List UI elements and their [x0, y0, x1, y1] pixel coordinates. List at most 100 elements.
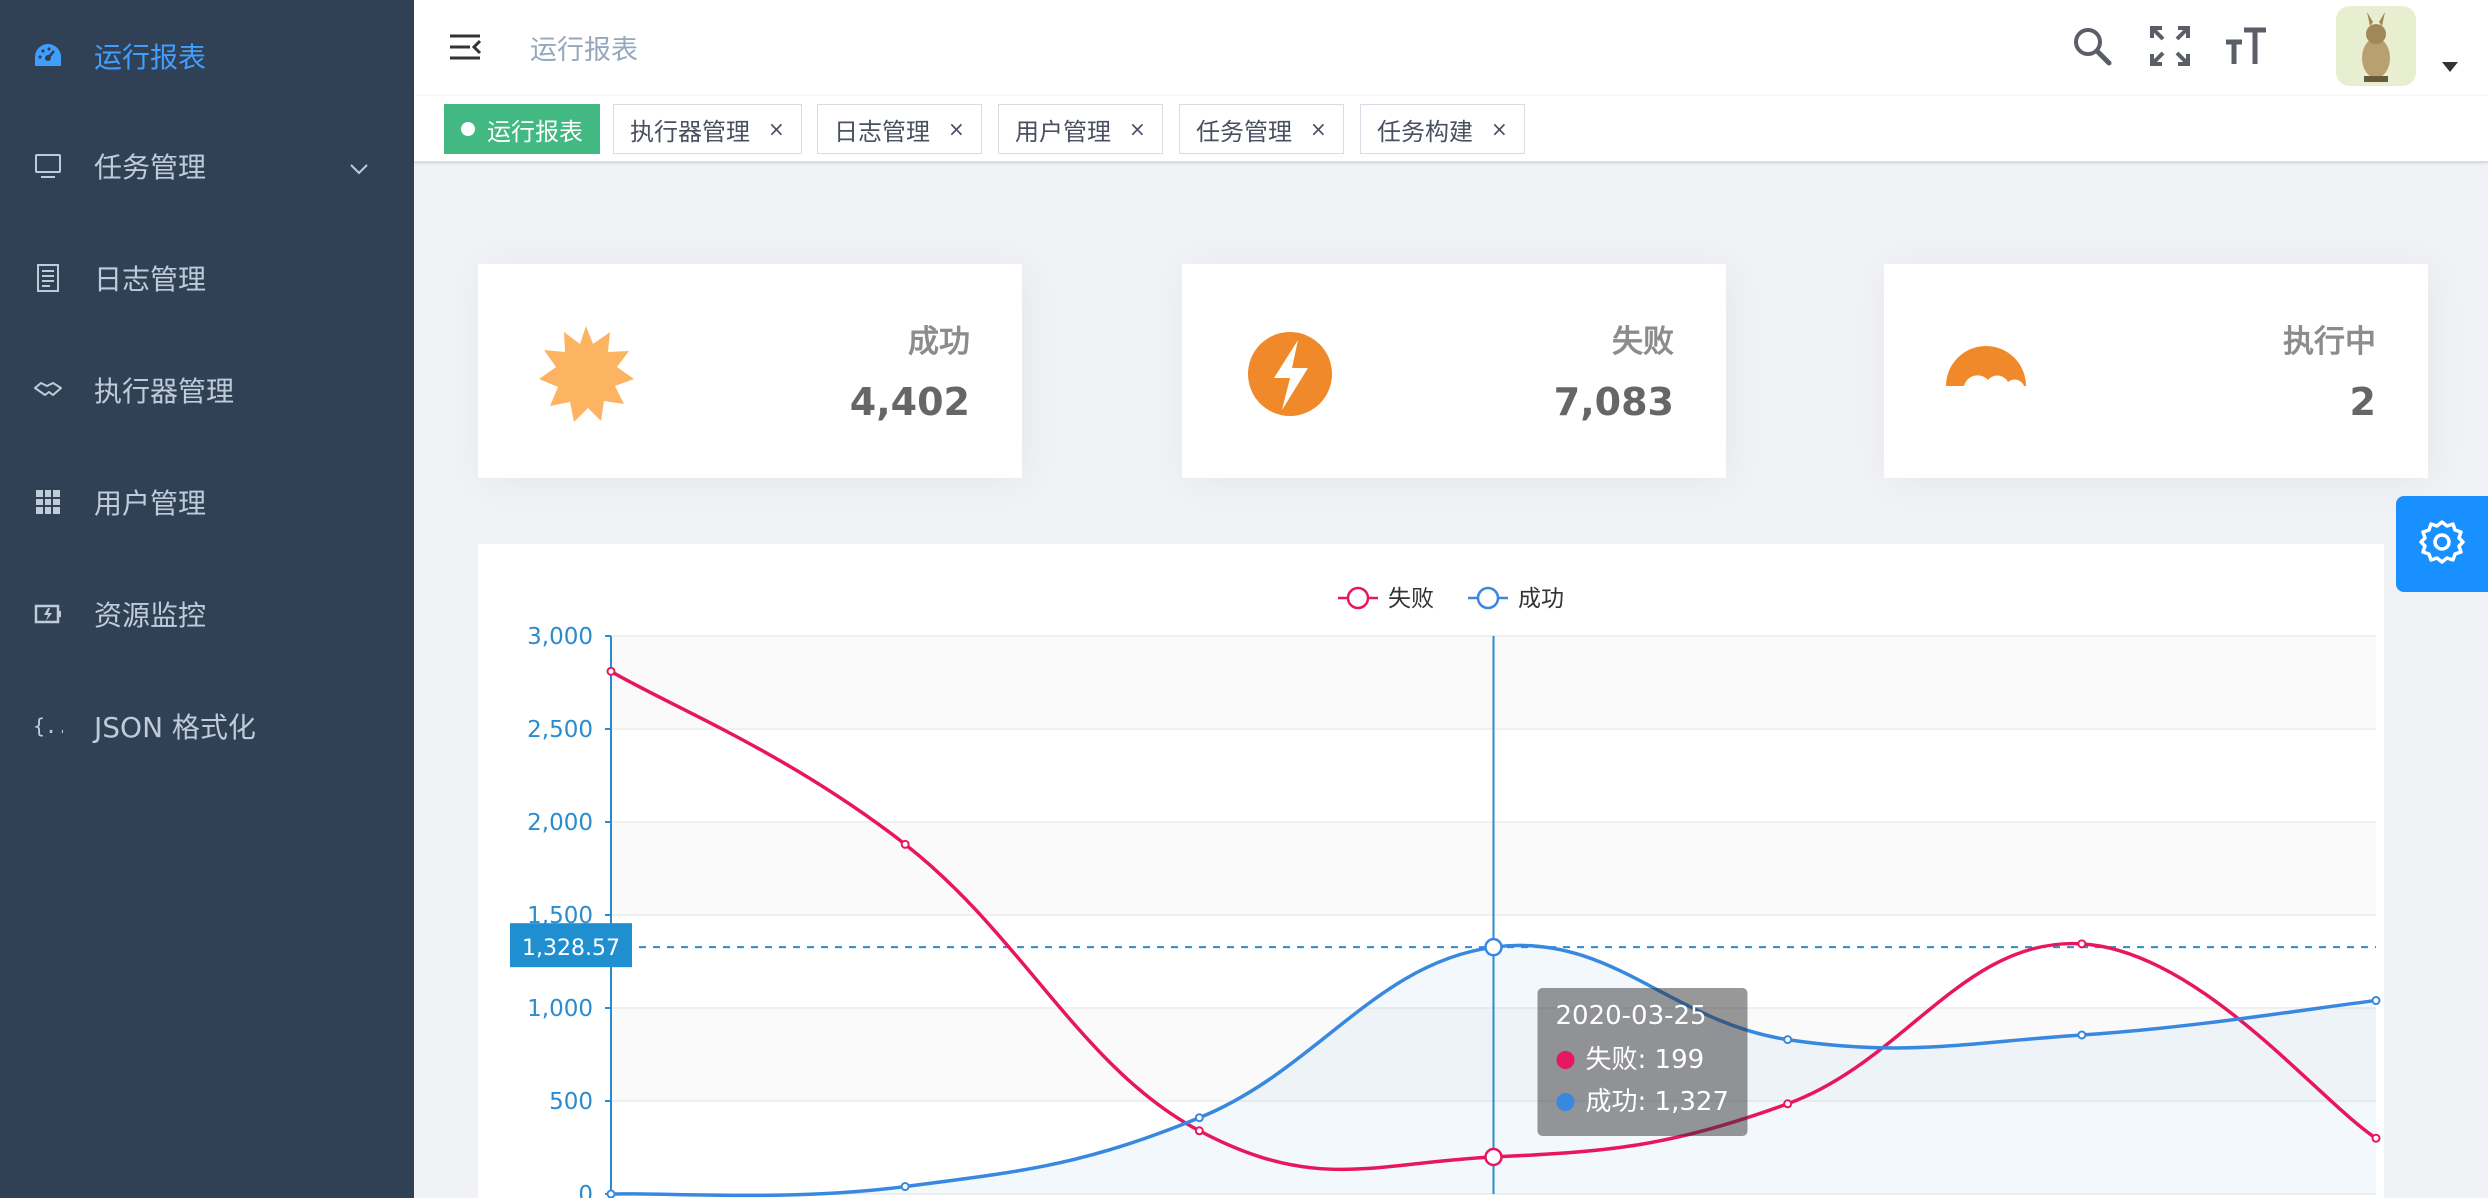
document-icon	[32, 262, 64, 294]
active-dot-icon	[461, 122, 475, 136]
tooltip-dot	[1556, 1051, 1575, 1069]
legend-label-失败: 失败	[1388, 586, 1434, 612]
y-tick-label: 500	[549, 1089, 593, 1115]
avatar[interactable]	[2336, 6, 2416, 86]
data-point-成功	[1484, 937, 1503, 957]
close-icon[interactable]: ×	[948, 117, 965, 141]
stat-card-fail: 失败 7,083	[1182, 264, 1726, 478]
y-tick-label: 2,000	[527, 810, 593, 836]
sidebar-item-label: 运行报表	[94, 41, 207, 74]
data-point-失败	[900, 839, 910, 849]
tooltip-row: 失败: 199	[1586, 1045, 1705, 1075]
tag-executors[interactable]: 执行器管理 ×	[613, 104, 802, 154]
data-point-失败	[2371, 1133, 2381, 1143]
sidebar-item-logs[interactable]: 日志管理	[0, 222, 414, 334]
tag-label: 执行器管理	[630, 117, 750, 146]
data-point-成功	[900, 1182, 910, 1192]
chevron-down-icon[interactable]	[2442, 62, 2458, 72]
close-icon[interactable]: ×	[1129, 117, 1146, 141]
tag-label: 用户管理	[1015, 117, 1111, 146]
sidebar-item-monitor[interactable]: 资源监控	[0, 558, 414, 670]
monitor-icon	[32, 150, 64, 182]
font-size-icon[interactable]	[2224, 24, 2268, 68]
line-chart[interactable]: 05001,0001,5002,0002,5003,000 失败 成功 1,328…	[478, 544, 2384, 1198]
close-icon[interactable]: ×	[1491, 117, 1508, 141]
stat-label: 失败	[1612, 324, 1674, 360]
sidebar-item-label: 日志管理	[94, 263, 207, 296]
data-point-成功	[2077, 1030, 2087, 1040]
data-point-失败	[1194, 1126, 1204, 1136]
gear-icon	[2418, 518, 2466, 570]
tag-dashboard[interactable]: 运行报表	[444, 104, 600, 154]
sidebar-item-tasks[interactable]: 任务管理	[0, 110, 414, 222]
cloud-sun-icon	[1942, 324, 2042, 424]
hamburger-icon[interactable]	[448, 30, 482, 64]
tag-tasks[interactable]: 任务管理 ×	[1179, 104, 1344, 154]
tag-label: 运行报表	[487, 117, 583, 146]
y-tick-label: 2,500	[527, 717, 593, 743]
data-point-失败	[2077, 939, 2087, 949]
crosshair-label-text: 1,328.57	[522, 936, 620, 961]
sidebar-item-label: 资源监控	[94, 599, 207, 632]
stat-value: 2	[2349, 380, 2376, 424]
data-point-失败	[1484, 1147, 1503, 1167]
battery-icon	[32, 598, 64, 630]
svg-text:{..}: {..}	[33, 714, 63, 738]
breadcrumb: 运行报表	[530, 35, 638, 66]
data-point-成功	[606, 1189, 616, 1198]
chart-panel: 0 500 1,000 1,500 2,000 2,500 3,000 失败 成功 1,328…	[478, 544, 2384, 1198]
grid-icon	[32, 486, 64, 518]
data-point-成功	[1783, 1035, 1793, 1045]
legend-label-成功: 成功	[1518, 586, 1564, 612]
tags-view: 运行报表 执行器管理 × 日志管理 × 用户管理 × 任务管理 × 任务构建 ×	[414, 96, 2488, 162]
data-point-失败	[1783, 1099, 1793, 1109]
handshake-icon	[32, 374, 64, 406]
braces-icon: {..}	[32, 710, 64, 742]
sidebar-item-label: 任务管理	[94, 151, 207, 184]
sun-icon	[536, 324, 636, 424]
close-icon[interactable]: ×	[768, 117, 785, 141]
legend-marker-成功	[1476, 586, 1500, 610]
data-point-失败	[606, 666, 616, 676]
sidebar-item-users[interactable]: 用户管理	[0, 446, 414, 558]
tag-label: 任务管理	[1196, 117, 1292, 146]
sidebar-item-label: JSON 格式化	[94, 711, 256, 744]
tooltip-dot	[1556, 1093, 1575, 1111]
tag-users[interactable]: 用户管理 ×	[998, 104, 1163, 154]
tag-task-build[interactable]: 任务构建 ×	[1360, 104, 1525, 154]
legend-marker-失败	[1346, 586, 1370, 610]
stat-label: 执行中	[2283, 324, 2376, 360]
close-icon[interactable]: ×	[1310, 117, 1327, 141]
fullscreen-icon[interactable]	[2148, 24, 2192, 68]
tooltip-row: 成功: 1,327	[1586, 1087, 1729, 1117]
sidebar-item-json[interactable]: {..} JSON 格式化	[0, 670, 414, 782]
stat-card-success: 成功 4,402	[478, 264, 1022, 478]
stat-label: 成功	[908, 324, 970, 360]
navbar: 运行报表	[414, 0, 2488, 96]
tag-label: 任务构建	[1377, 117, 1473, 146]
sidebar-item-dashboard[interactable]: 运行报表	[0, 0, 414, 112]
data-point-成功	[1194, 1113, 1204, 1123]
dashboard-icon	[32, 40, 64, 72]
chart-legend[interactable]: 失败 成功	[1338, 586, 1564, 612]
stat-card-running: 执行中 2	[1884, 264, 2428, 478]
chart-tooltip: 2020-03-25 失败: 199 成功: 1,327	[1537, 988, 1748, 1136]
sidebar: 运行报表 任务管理 日志管理 执行器管理 用户管理 资源监控 {. JSON 格…	[0, 0, 414, 1198]
data-point-成功	[2371, 996, 2381, 1006]
chevron-down-icon	[348, 154, 370, 176]
tag-logs[interactable]: 日志管理 ×	[817, 104, 982, 154]
stat-value: 4,402	[849, 380, 970, 424]
crosshair-label: 1,328.57	[510, 923, 632, 968]
sidebar-item-executors[interactable]: 执行器管理	[0, 334, 414, 446]
y-tick-label: 1,000	[527, 996, 593, 1022]
search-icon[interactable]	[2070, 24, 2114, 68]
tooltip-title: 2020-03-25	[1556, 1001, 1707, 1031]
sidebar-item-label: 用户管理	[94, 487, 207, 520]
y-tick-label: 3,000	[527, 624, 593, 650]
y-tick-label: 0	[578, 1182, 593, 1198]
stat-value: 7,083	[1553, 380, 1674, 424]
sidebar-item-label: 执行器管理	[94, 375, 235, 408]
settings-button[interactable]	[2396, 496, 2488, 592]
tag-label: 日志管理	[834, 117, 930, 146]
lightning-icon	[1240, 324, 1340, 424]
